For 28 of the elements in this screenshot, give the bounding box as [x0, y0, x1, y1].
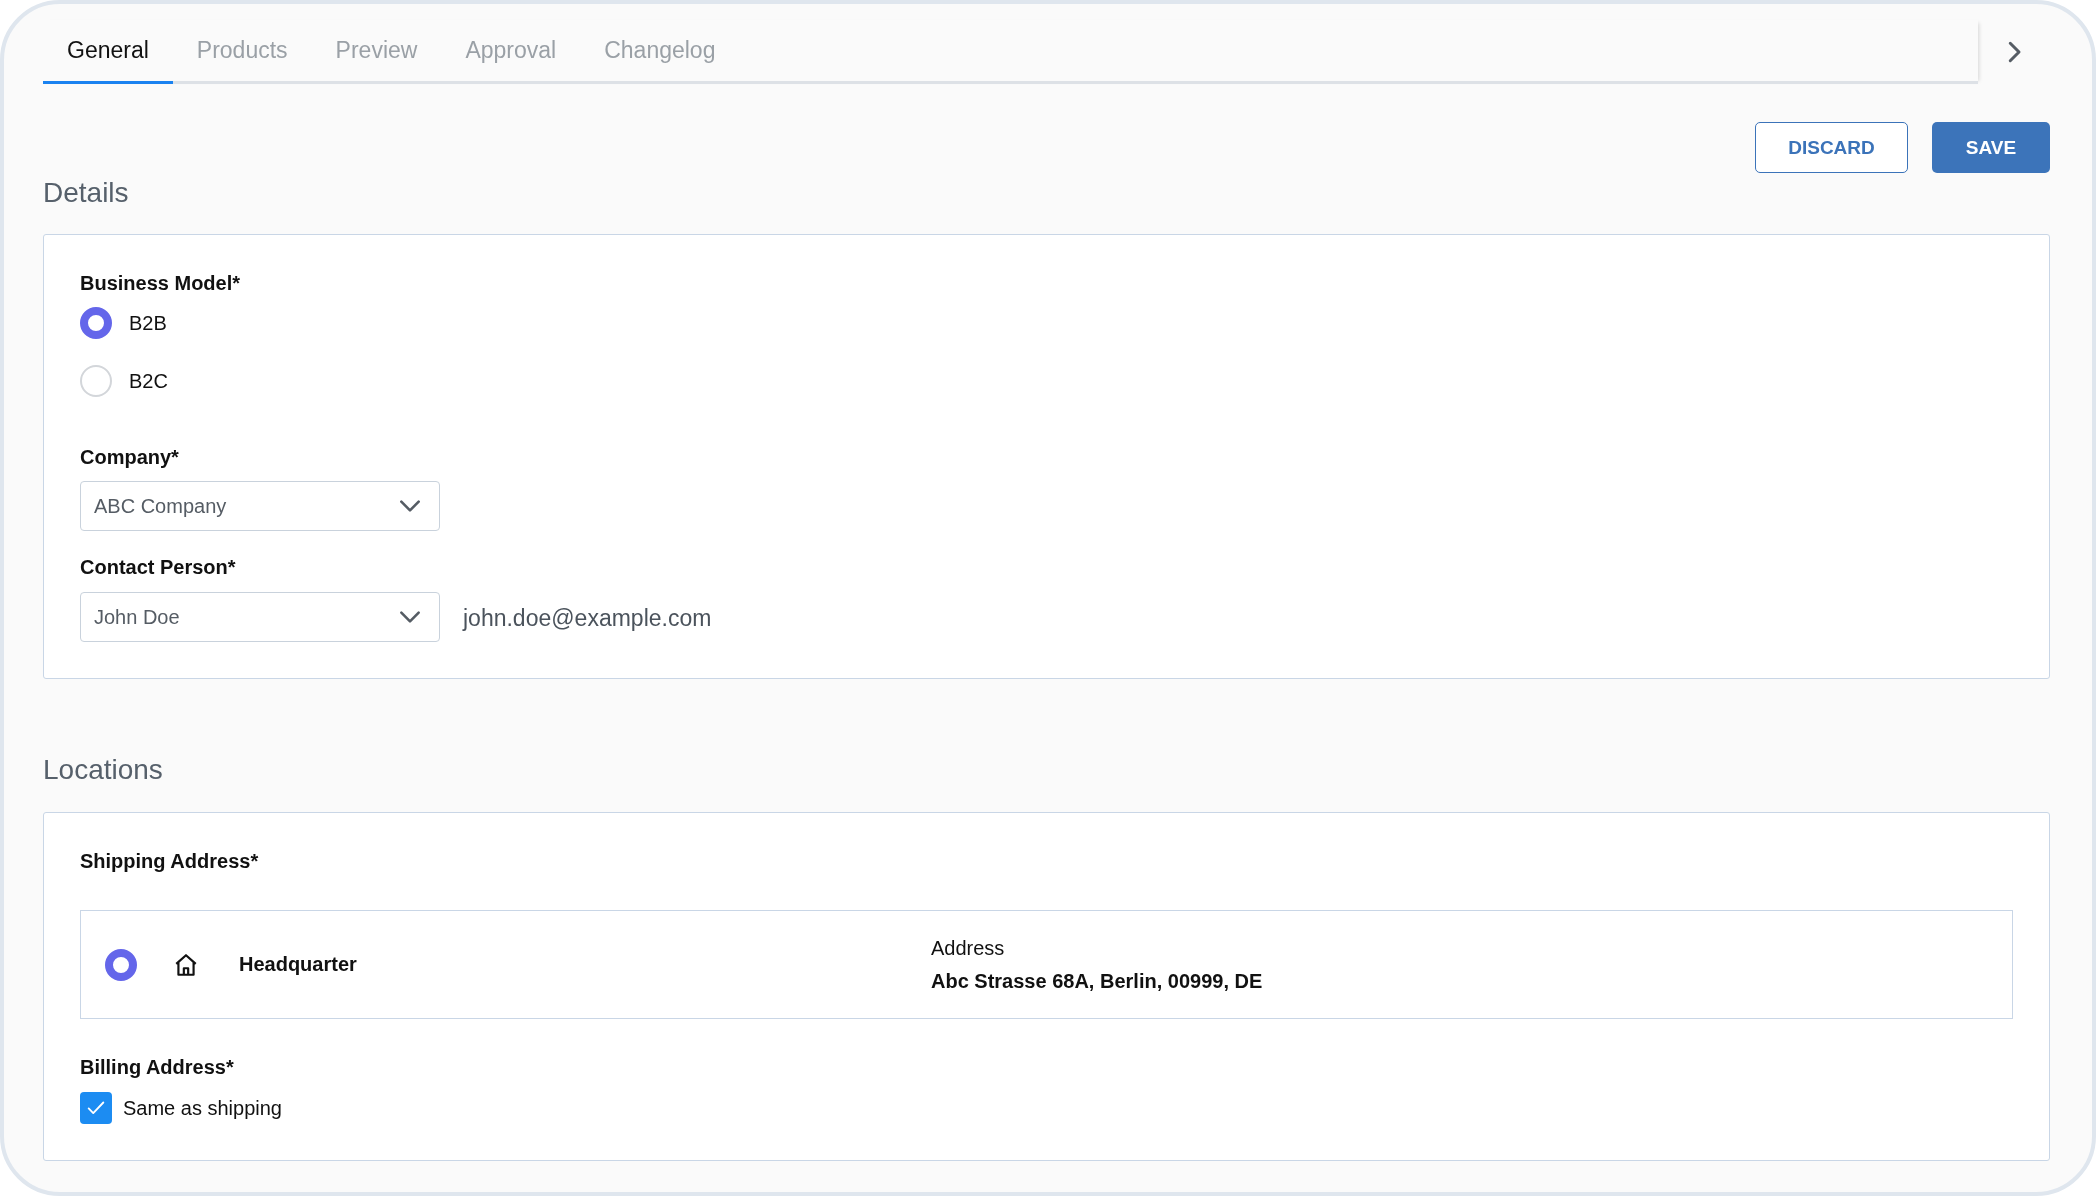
radio-label: B2B	[129, 311, 167, 335]
contact-select[interactable]: John Doe	[80, 592, 440, 642]
radio-label: B2C	[129, 369, 168, 393]
radio-button[interactable]	[105, 948, 137, 981]
company-select[interactable]: ABC Company	[80, 481, 440, 531]
tab[interactable]: General	[43, 20, 173, 84]
address-name: Headquarter	[239, 953, 357, 976]
tab[interactable]: Preview	[311, 20, 442, 84]
section-title: Details	[43, 176, 130, 210]
field-label: Contact Person*	[80, 555, 237, 579]
checkbox[interactable]	[80, 1092, 112, 1124]
address-label: Address	[931, 936, 1006, 960]
checkbox-label: Same as shipping	[123, 1096, 282, 1120]
field-label: Shipping Address*	[80, 849, 260, 873]
address-value: Abc Strasse 68A, Berlin, 00999, DE	[931, 969, 1264, 993]
tab[interactable]: Approval	[441, 20, 581, 84]
section-title: Locations	[43, 753, 164, 787]
tab[interactable]: Changelog	[580, 20, 740, 84]
contact-email: john.doe@example.com	[463, 603, 712, 632]
save-button[interactable]: SAVE	[1932, 122, 2050, 173]
house-icon	[173, 951, 199, 978]
discard-button[interactable]: DISCARD	[1755, 122, 1908, 173]
field-label: Business Model*	[80, 271, 242, 295]
radio-button[interactable]	[80, 307, 112, 339]
field-label: Company*	[80, 445, 180, 469]
address-option[interactable]: Headquarter Address Abc Strasse 68A, Berlin, 00999, DE	[80, 910, 2013, 1019]
field-label: Billing Address*	[80, 1055, 235, 1079]
tab[interactable]: Products	[172, 20, 312, 84]
